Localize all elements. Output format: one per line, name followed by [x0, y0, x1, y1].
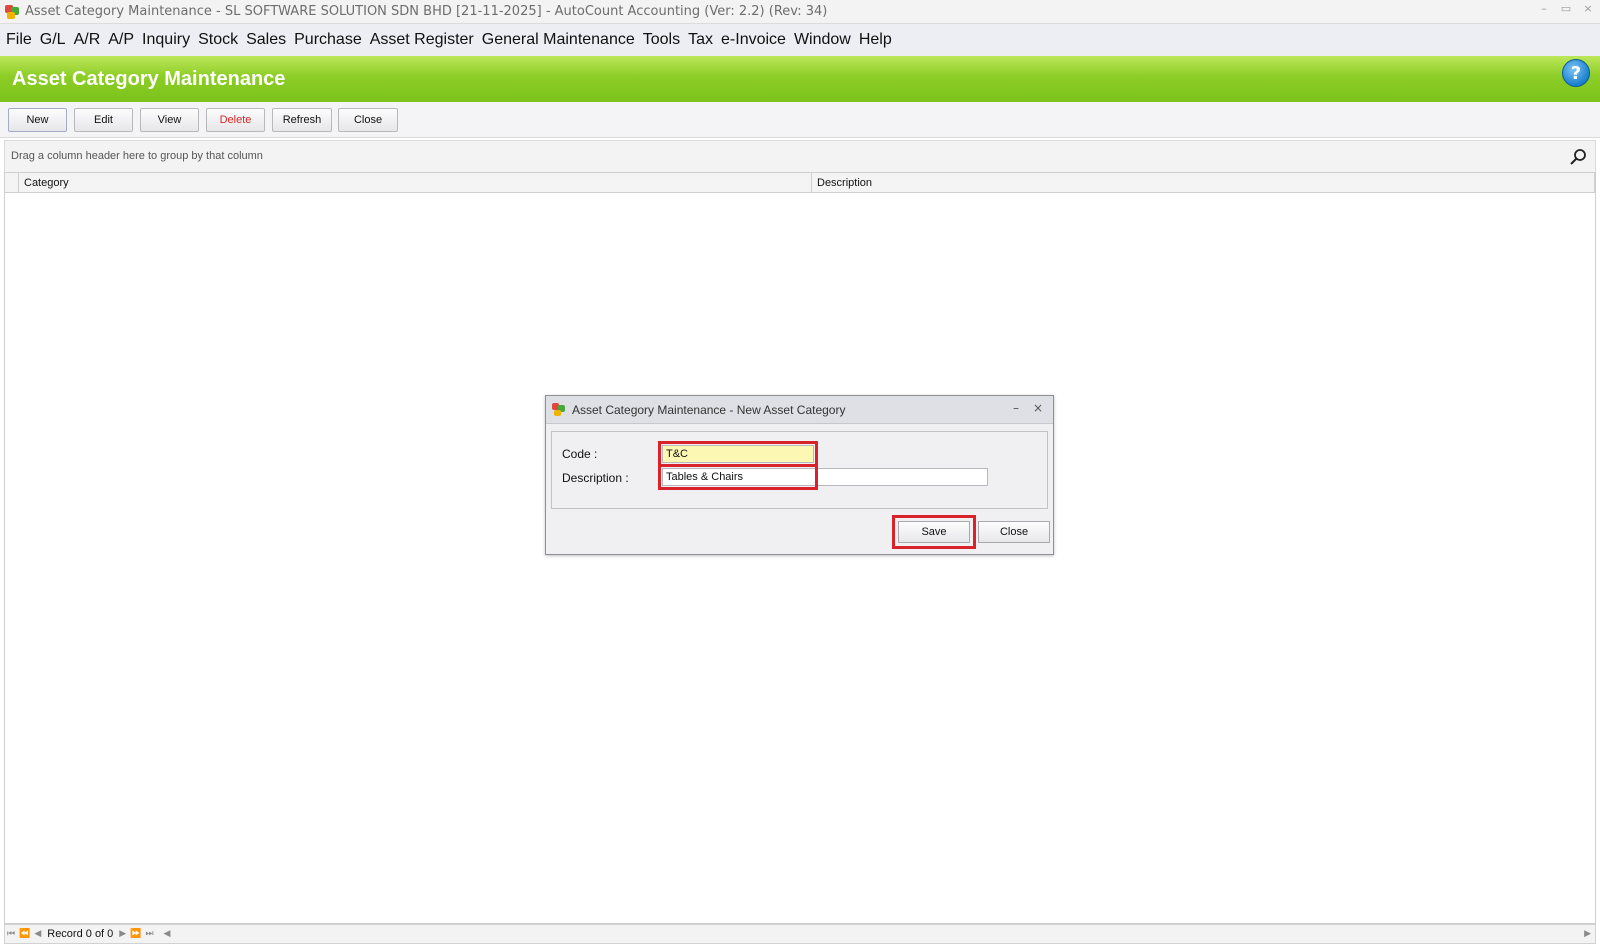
group-by-panel[interactable]: Drag a column header here to group by th…: [4, 140, 1596, 172]
menu-inquiry[interactable]: Inquiry: [138, 31, 194, 49]
minimize-icon[interactable]: –: [1536, 2, 1552, 15]
record-navigator: ⏮ ⏪ ◀ Record 0 of 0 ▶ ⏩ ⏭ ◀ ▶: [4, 924, 1596, 944]
menu-window[interactable]: Window: [790, 31, 855, 49]
menu-tools[interactable]: Tools: [639, 31, 684, 49]
previous-page-icon[interactable]: ⏪: [17, 929, 32, 939]
scroll-left-icon[interactable]: ◀: [164, 929, 171, 939]
dialog-fields-panel: Code : T&C Description : Tables & Chairs: [551, 431, 1048, 509]
previous-record-icon[interactable]: ◀: [32, 929, 43, 939]
close-button[interactable]: Close: [338, 108, 398, 132]
menu-stock[interactable]: Stock: [194, 31, 242, 49]
menu-ap[interactable]: A/P: [104, 31, 138, 49]
window-title: Asset Category Maintenance - SL SOFTWARE…: [25, 4, 828, 19]
dialog-minimize-icon[interactable]: –: [1013, 401, 1019, 415]
first-page-icon[interactable]: ⏮: [5, 929, 17, 939]
dialog-close-button[interactable]: Close: [978, 521, 1050, 543]
menu-asset-register[interactable]: Asset Register: [366, 31, 478, 49]
dialog-title: Asset Category Maintenance - New Asset C…: [572, 402, 846, 417]
menu-help[interactable]: Help: [855, 31, 896, 49]
page-title: Asset Category Maintenance: [12, 67, 286, 90]
next-page-icon[interactable]: ⏩: [128, 929, 143, 939]
grid-header: Category Description: [5, 173, 1595, 193]
last-page-icon[interactable]: ⏭: [143, 929, 155, 939]
menu-tax[interactable]: Tax: [684, 31, 717, 49]
window-titlebar: Asset Category Maintenance - SL SOFTWARE…: [0, 0, 1600, 24]
menu-file[interactable]: File: [2, 31, 36, 49]
menu-gl[interactable]: G/L: [36, 31, 70, 49]
new-button[interactable]: New: [8, 108, 67, 132]
column-header-description[interactable]: Description: [812, 173, 1595, 193]
record-count: Record 0 of 0: [47, 928, 114, 940]
close-icon[interactable]: ×: [1580, 2, 1596, 15]
dialog-titlebar[interactable]: Asset Category Maintenance - New Asset C…: [546, 396, 1053, 424]
next-record-icon[interactable]: ▶: [117, 929, 128, 939]
column-header-category[interactable]: Category: [19, 173, 812, 193]
menu-purchase[interactable]: Purchase: [290, 31, 366, 49]
row-indicator-header: [5, 173, 19, 193]
new-asset-category-dialog: Asset Category Maintenance - New Asset C…: [545, 395, 1054, 555]
code-input[interactable]: T&C: [662, 445, 814, 463]
restore-icon[interactable]: ▭: [1558, 2, 1574, 15]
description-input[interactable]: Tables & Chairs: [662, 468, 988, 486]
view-button[interactable]: View: [140, 108, 199, 132]
toolbar: New Edit View Delete Refresh Close: [0, 102, 1600, 138]
scroll-right-icon[interactable]: ▶: [1584, 929, 1591, 939]
dialog-close-icon[interactable]: ×: [1033, 401, 1043, 415]
group-by-hint: Drag a column header here to group by th…: [11, 150, 263, 162]
menu-e-invoice[interactable]: e-Invoice: [717, 31, 790, 49]
refresh-button[interactable]: Refresh: [272, 108, 332, 132]
menu-ar[interactable]: A/R: [70, 31, 105, 49]
menu-bar: File G/L A/R A/P Inquiry Stock Sales Pur…: [0, 24, 1600, 56]
code-label: Code :: [562, 447, 598, 461]
autocount-dialog-icon: [552, 402, 566, 417]
edit-button[interactable]: Edit: [74, 108, 133, 132]
search-icon[interactable]: [1569, 148, 1587, 166]
menu-general-maintenance[interactable]: General Maintenance: [478, 31, 639, 49]
menu-sales[interactable]: Sales: [242, 31, 290, 49]
autocount-app-icon: [4, 4, 20, 20]
page-header: Asset Category Maintenance ?: [0, 56, 1600, 102]
help-icon[interactable]: ?: [1562, 59, 1590, 87]
delete-button[interactable]: Delete: [206, 108, 265, 132]
description-label: Description :: [562, 471, 629, 485]
save-button[interactable]: Save: [898, 521, 970, 543]
